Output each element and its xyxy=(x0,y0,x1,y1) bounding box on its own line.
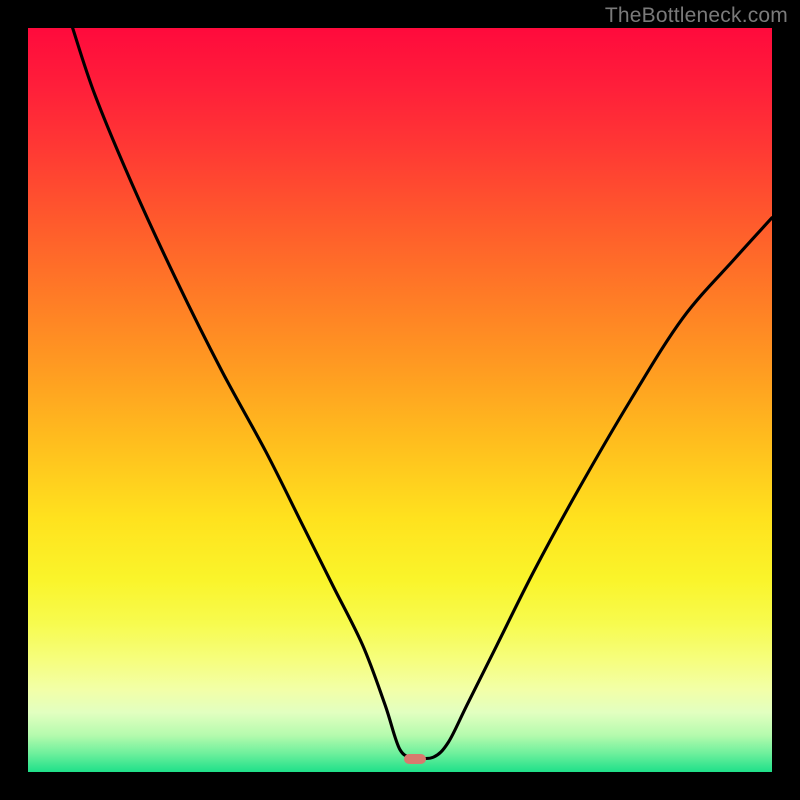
optimum-marker xyxy=(404,754,426,764)
watermark-text: TheBottleneck.com xyxy=(605,4,788,28)
bottleneck-curve xyxy=(28,28,772,772)
plot-area xyxy=(28,28,772,772)
chart-stage: TheBottleneck.com xyxy=(0,0,800,800)
curve-path xyxy=(73,28,772,759)
